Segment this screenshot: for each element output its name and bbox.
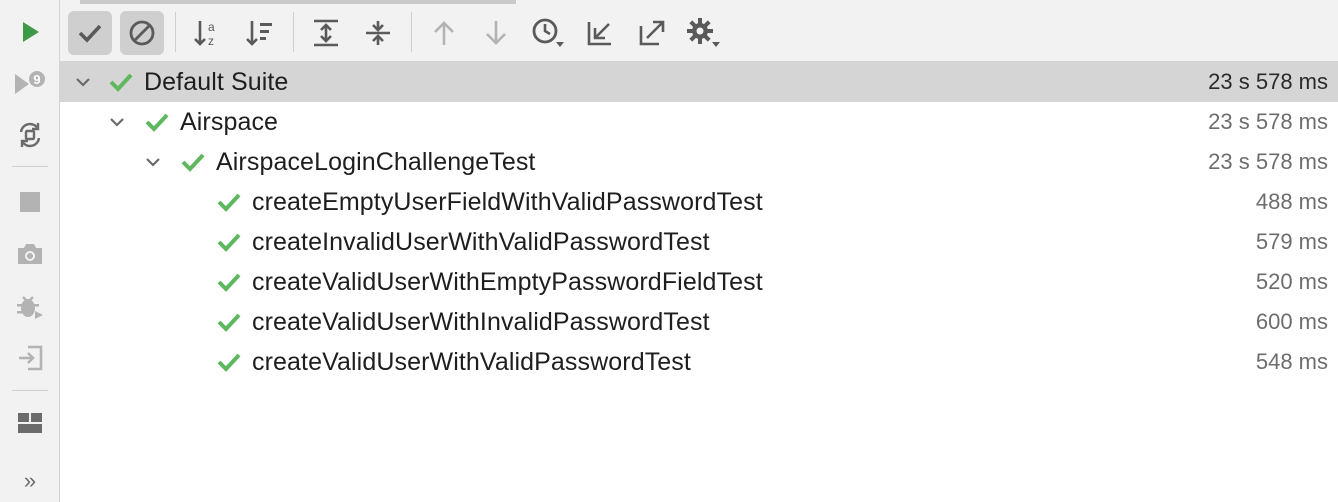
tree-row-test[interactable]: createInvalidUserWithValidPasswordTest 5…: [60, 222, 1338, 262]
collapse-all-button[interactable]: [356, 11, 400, 55]
previous-failed-icon: [434, 21, 454, 45]
tree-row-duration: 23 s 578 ms: [1208, 109, 1328, 134]
export-icon: [639, 20, 665, 46]
tab-indicator: [80, 0, 516, 4]
layout-button[interactable]: [9, 402, 51, 444]
tree-row-duration: 600 ms: [1255, 309, 1328, 334]
sort-alphabetically-button[interactable]: a z: [186, 11, 230, 55]
svg-text:9: 9: [33, 72, 40, 87]
previous-failed-button[interactable]: [422, 11, 466, 55]
import-tests-icon: [19, 345, 43, 371]
chevron-down-icon[interactable]: [144, 153, 162, 171]
chevron-down-icon[interactable]: [108, 113, 126, 131]
separator: [293, 12, 294, 52]
import-icon: [587, 22, 611, 46]
expand-all-button[interactable]: [304, 11, 348, 55]
test-results-tree: Default Suite 23 s 578 ms Airspace 23 s …: [60, 62, 1338, 502]
next-failed-button[interactable]: [474, 11, 518, 55]
collapse-all-icon: [366, 21, 390, 45]
tree-row-duration: 520 ms: [1255, 269, 1328, 294]
tree-row-duration: 488 ms: [1255, 189, 1328, 214]
tree-row-name: createValidUserWithEmptyPasswordFieldTes…: [252, 267, 763, 296]
passed-check-icon: [180, 151, 206, 173]
svg-text:z: z: [208, 34, 214, 48]
test-history-icon: [532, 18, 564, 47]
test-history-button[interactable]: [526, 11, 570, 55]
expand-all-icon: [314, 19, 338, 47]
settings-button[interactable]: [682, 11, 726, 55]
chevron-down-icon[interactable]: [74, 73, 92, 91]
tree-row-test[interactable]: createValidUserWithValidPasswordTest 548…: [60, 342, 1338, 382]
run-icon: [23, 22, 39, 42]
more-icon: »: [23, 468, 37, 493]
next-failed-icon: [486, 21, 506, 45]
tree-row-name: createValidUserWithInvalidPasswordTest: [252, 307, 710, 336]
svg-text:a: a: [208, 20, 215, 34]
tree-row-test[interactable]: createValidUserWithInvalidPasswordTest 6…: [60, 302, 1338, 342]
tree-row-name: Default Suite: [144, 67, 289, 96]
tree-row-airspace-login-challenge-test[interactable]: AirspaceLoginChallengeTest 23 s 578 ms: [60, 142, 1338, 182]
export-button[interactable]: [630, 11, 674, 55]
sort-by-duration-icon: [246, 21, 272, 46]
import-button[interactable]: [578, 11, 622, 55]
tree-row-name: AirspaceLoginChallengeTest: [216, 147, 536, 176]
passed-check-icon: [216, 231, 242, 253]
layout-icon: [18, 413, 42, 433]
tree-row-name: createEmptyUserFieldWithValidPasswordTes…: [252, 187, 763, 216]
tree-row-duration: 579 ms: [1255, 229, 1328, 254]
top-toolbar: a z: [60, 0, 1338, 62]
rerun-failed-icon: 9: [15, 71, 45, 94]
show-passed-icon: [78, 24, 102, 43]
snapshot-icon: [18, 244, 42, 264]
show-ignored-icon: [129, 20, 155, 46]
tree-row-name: createInvalidUserWithValidPasswordTest: [252, 227, 710, 256]
more-button[interactable]: »: [9, 460, 51, 502]
stop-icon: [20, 192, 40, 212]
rerun-failed-button[interactable]: 9: [9, 62, 51, 104]
passed-check-icon: [216, 271, 242, 293]
toggle-auto-test-icon: [19, 122, 41, 148]
tree-row-name: Airspace: [180, 107, 279, 136]
run-button[interactable]: [9, 11, 51, 53]
debug-icon: [17, 296, 43, 319]
import-tests-button[interactable]: [9, 337, 51, 379]
passed-check-icon: [216, 351, 242, 373]
sort-alphabetically-icon: a z: [194, 20, 215, 48]
passed-check-icon: [216, 191, 242, 213]
tree-row-airspace[interactable]: Airspace 23 s 578 ms: [60, 102, 1338, 142]
settings-icon: [687, 18, 720, 47]
tree-row-test[interactable]: createValidUserWithEmptyPasswordFieldTes…: [60, 262, 1338, 302]
passed-check-icon: [216, 311, 242, 333]
show-ignored-toggle[interactable]: [120, 11, 164, 55]
tree-row-name: createValidUserWithValidPasswordTest: [252, 347, 691, 376]
separator: [411, 12, 412, 52]
tree-row-duration: 548 ms: [1255, 349, 1328, 374]
sort-by-duration-button[interactable]: [238, 11, 282, 55]
passed-check-icon: [144, 111, 170, 133]
separator: [12, 166, 48, 167]
tree-row-duration: 23 s 578 ms: [1208, 69, 1328, 94]
snapshot-button[interactable]: [9, 233, 51, 275]
tree-row-default-suite[interactable]: Default Suite 23 s 578 ms: [60, 62, 1338, 102]
debug-button[interactable]: [9, 285, 51, 327]
separator: [175, 12, 176, 52]
toggle-auto-test-button[interactable]: [9, 114, 51, 156]
passed-check-icon: [108, 71, 134, 93]
show-passed-toggle[interactable]: [68, 11, 112, 55]
tree-row-test[interactable]: createEmptyUserFieldWithValidPasswordTes…: [60, 182, 1338, 222]
side-toolbar: 9 »: [0, 0, 60, 502]
separator: [12, 390, 48, 391]
tree-row-duration: 23 s 578 ms: [1208, 149, 1328, 174]
stop-button[interactable]: [9, 181, 51, 223]
